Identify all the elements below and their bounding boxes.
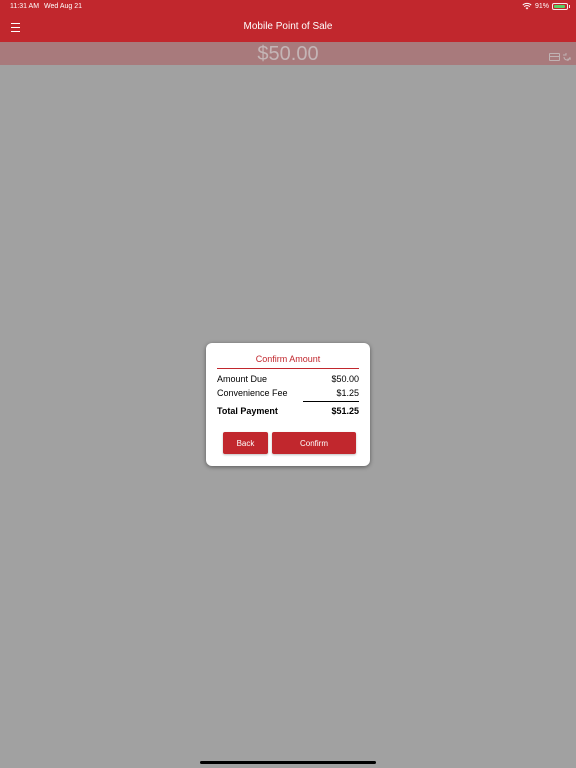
status-bar: 11:31 AM Wed Aug 21 91%	[0, 0, 576, 14]
battery-icon	[552, 2, 570, 10]
convenience-fee-label: Convenience Fee	[217, 388, 288, 398]
amount-due-value: $50.00	[331, 374, 359, 384]
card-icon	[549, 53, 560, 61]
nav-bar: Mobile Point of Sale	[0, 14, 576, 42]
page-title: Mobile Point of Sale	[243, 21, 333, 32]
confirm-button[interactable]: Confirm	[272, 432, 356, 454]
amount-due-label: Amount Due	[217, 374, 268, 384]
back-button[interactable]: Back	[223, 432, 268, 454]
tap-icon	[563, 53, 571, 61]
convenience-fee-value: $1.25	[336, 388, 359, 398]
dialog-title: Confirm Amount	[217, 354, 359, 369]
wifi-icon	[522, 2, 532, 10]
home-indicator[interactable]	[200, 761, 376, 764]
total-divider	[303, 401, 359, 402]
amount-bar: $50.00	[0, 42, 576, 65]
amount-display: $50.00	[257, 43, 319, 65]
confirm-amount-dialog: Confirm Amount Amount Due $50.00 Conveni…	[206, 343, 370, 466]
status-time: 11:31 AM	[10, 3, 40, 10]
status-indicators: 91%	[522, 2, 570, 10]
total-payment-label: Total Payment	[217, 406, 278, 416]
status-date: Wed Aug 21	[44, 3, 83, 10]
total-payment-value: $51.25	[331, 406, 359, 416]
battery-percent: 91%	[534, 2, 549, 10]
